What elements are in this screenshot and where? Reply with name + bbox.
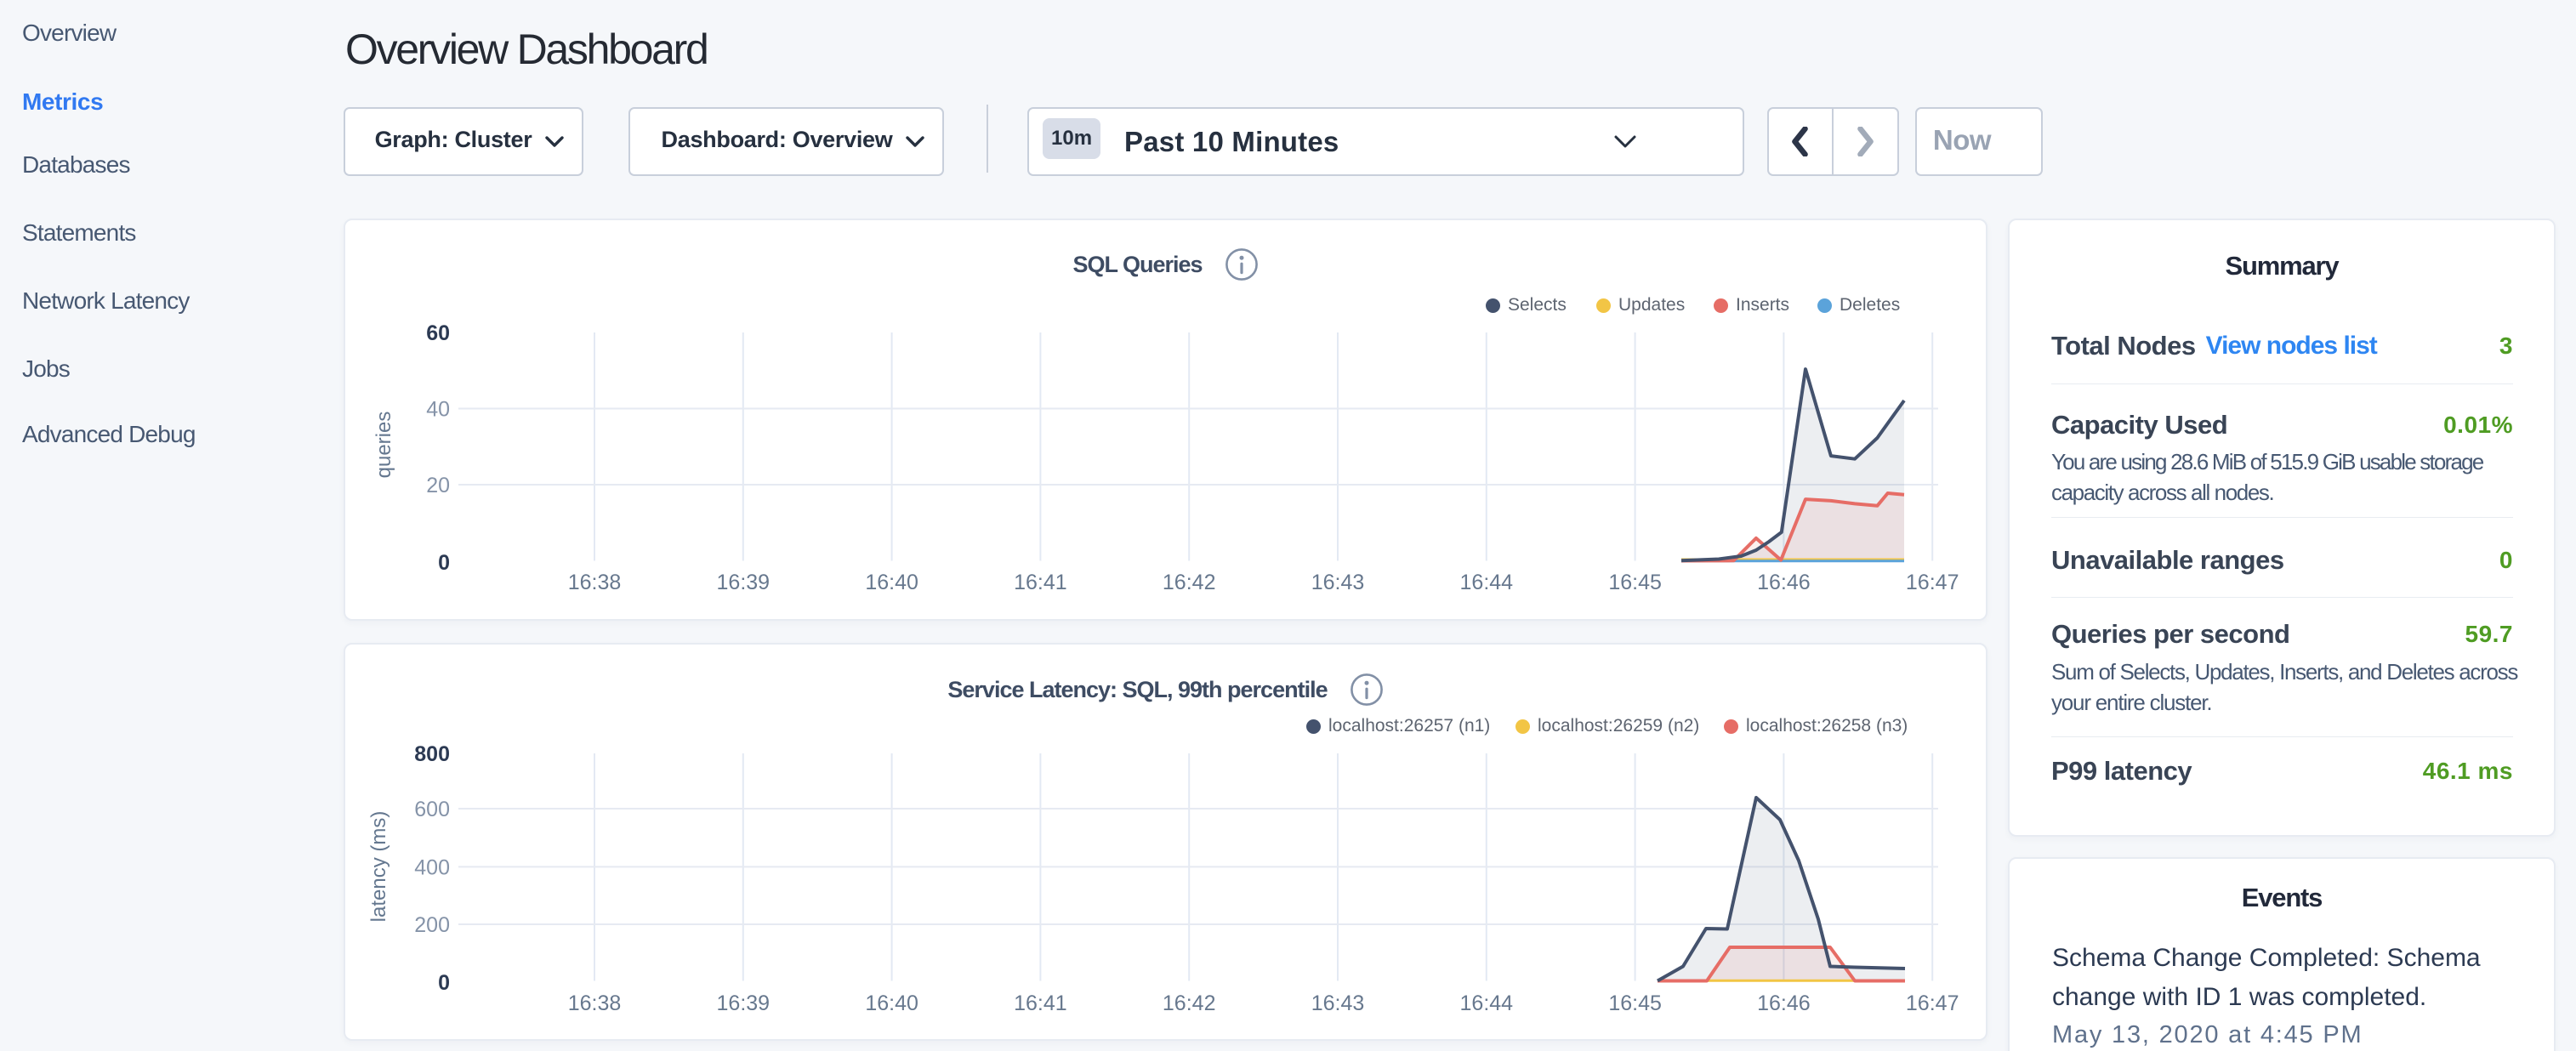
svg-text:200: 200 (414, 913, 450, 937)
svg-text:16:41: 16:41 (1014, 991, 1067, 1015)
svg-text:16:41: 16:41 (1014, 571, 1067, 594)
svg-text:queries: queries (372, 412, 395, 479)
svg-text:16:46: 16:46 (1757, 991, 1811, 1015)
svg-text:20: 20 (426, 474, 450, 497)
svg-text:16:38: 16:38 (568, 571, 622, 594)
svg-text:16:40: 16:40 (865, 571, 918, 594)
svg-text:0: 0 (438, 971, 450, 995)
svg-text:16:42: 16:42 (1163, 991, 1216, 1015)
svg-text:16:46: 16:46 (1757, 571, 1811, 594)
svg-text:16:43: 16:43 (1311, 571, 1365, 594)
svg-text:16:42: 16:42 (1163, 571, 1216, 594)
svg-text:16:38: 16:38 (568, 991, 622, 1015)
svg-text:16:45: 16:45 (1608, 571, 1662, 594)
svg-text:60: 60 (426, 321, 450, 345)
svg-text:16:39: 16:39 (717, 991, 771, 1015)
svg-text:0: 0 (438, 551, 450, 575)
svg-text:600: 600 (414, 798, 450, 821)
svg-text:400: 400 (414, 855, 450, 879)
svg-text:800: 800 (414, 742, 450, 766)
svg-text:40: 40 (426, 398, 450, 422)
svg-text:16:43: 16:43 (1311, 991, 1365, 1015)
svg-text:16:47: 16:47 (1906, 991, 1959, 1015)
svg-text:16:44: 16:44 (1460, 571, 1514, 594)
svg-text:16:47: 16:47 (1906, 571, 1959, 594)
svg-text:latency (ms): latency (ms) (367, 811, 390, 923)
svg-text:16:39: 16:39 (717, 571, 771, 594)
svg-text:16:45: 16:45 (1608, 991, 1662, 1015)
svg-text:16:44: 16:44 (1460, 991, 1514, 1015)
svg-text:16:40: 16:40 (865, 991, 918, 1015)
